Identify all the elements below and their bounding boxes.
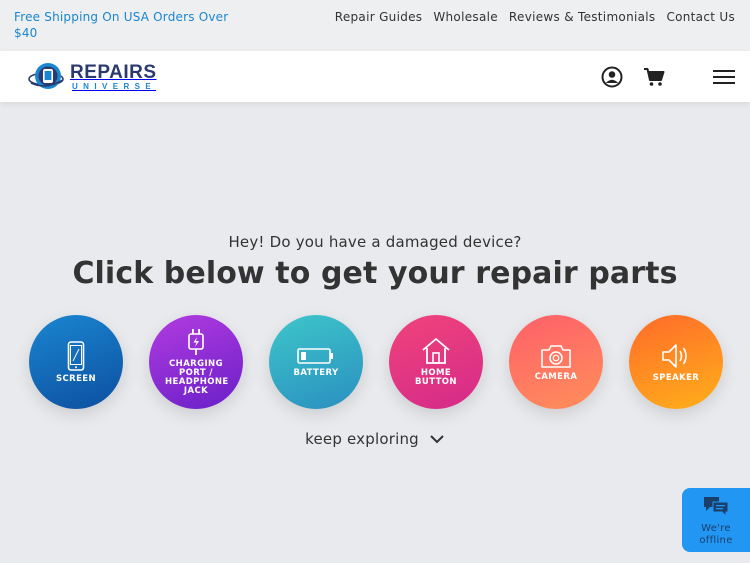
chat-widget[interactable]: We're offline [682, 488, 750, 552]
category-label: SPEAKER [652, 372, 700, 383]
category-label: HOME BUTTON [415, 368, 457, 387]
keep-exploring-button[interactable]: keep exploring [0, 429, 750, 448]
menu-icon[interactable] [712, 65, 736, 89]
charging-plug-icon [186, 328, 206, 356]
battery-icon [297, 347, 335, 365]
category-label: BATTERY [293, 367, 339, 378]
category-label: CHARGING PORT / HEADPHONE JACK [165, 359, 229, 396]
hero-headline: Click below to get your repair parts [72, 256, 678, 291]
contact-us-link[interactable]: Contact Us [666, 9, 735, 25]
cart-icon[interactable] [642, 65, 666, 89]
speaker-icon [660, 342, 692, 370]
phone-screen-icon [67, 340, 85, 371]
repair-guides-link[interactable]: Repair Guides [335, 9, 423, 25]
wholesale-link[interactable]: Wholesale [433, 9, 498, 25]
category-label: SCREEN [55, 373, 97, 384]
chevron-down-icon [429, 429, 445, 448]
category-speaker[interactable]: SPEAKER [629, 315, 723, 409]
reviews-testimonials-link[interactable]: Reviews & Testimonials [509, 9, 656, 25]
category-charging-port[interactable]: CHARGING PORT / HEADPHONE JACK [149, 315, 243, 409]
top-bar: Free Shipping On USA Orders Over $40 Rep… [0, 0, 750, 51]
hero-subheading: Hey! Do you have a damaged device? [228, 233, 522, 251]
category-battery[interactable]: BATTERY [269, 315, 363, 409]
category-home-button[interactable]: HOME BUTTON [389, 315, 483, 409]
logo-wordmark: REPAIRS [70, 62, 157, 83]
account-icon[interactable] [600, 65, 624, 89]
free-shipping-promo: Free Shipping On USA Orders Over $40 [14, 10, 229, 40]
category-label: CAMERA [534, 371, 578, 382]
home-icon [421, 337, 451, 365]
keep-exploring-label: keep exploring [305, 429, 419, 448]
category-screen[interactable]: SCREEN [29, 315, 123, 409]
logo-subtitle: UNIVERSE [72, 82, 157, 91]
chat-bubbles-icon [703, 495, 729, 521]
chat-status: We're offline [699, 523, 733, 546]
top-nav: Repair Guides Wholesale Reviews & Testim… [335, 9, 735, 25]
repairs-universe-logo[interactable]: REPAIRS UNIVERSE [28, 59, 180, 95]
site-header: REPAIRS UNIVERSE [0, 51, 750, 102]
globe-logo-icon [28, 60, 66, 94]
category-camera[interactable]: CAMERA [509, 315, 603, 409]
camera-icon [540, 343, 572, 369]
